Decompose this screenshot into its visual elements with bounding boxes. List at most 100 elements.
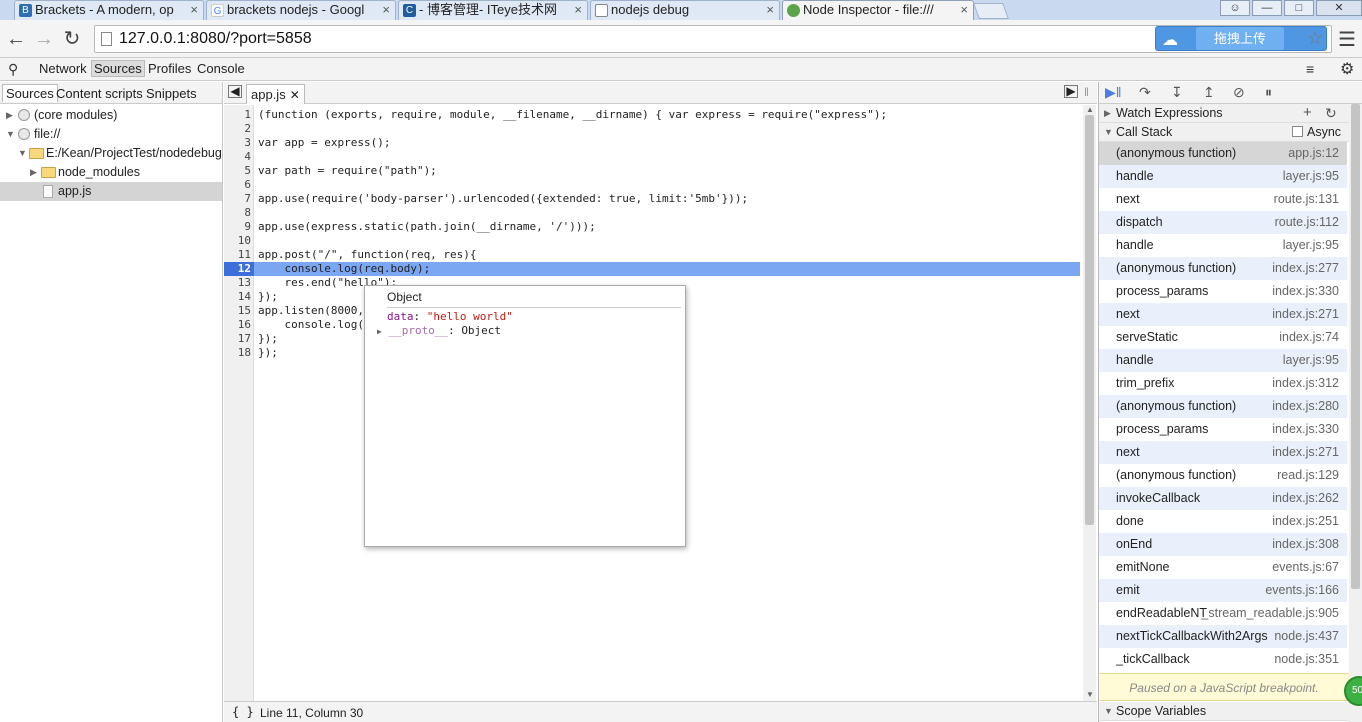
editor-scrollbar[interactable]: ▲ ▼ <box>1083 105 1096 701</box>
tab-content-scripts[interactable]: Content scripts <box>56 86 143 101</box>
call-frame[interactable]: invokeCallback index.js:262 <box>1099 487 1347 510</box>
line-number[interactable]: 10 <box>224 234 251 248</box>
line-number[interactable]: 14 <box>224 290 251 304</box>
bookmark-star-icon[interactable]: ☆ <box>1307 28 1323 49</box>
call-frame-location[interactable]: _stream_readable.js:905 <box>1201 602 1339 625</box>
close-window-button[interactable]: ✕ <box>1316 0 1362 16</box>
minimize-button[interactable]: — <box>1252 0 1282 16</box>
upload-extension-button[interactable]: ☁ 拖拽上传 <box>1155 26 1327 51</box>
code-line[interactable]: var path = require("path"); <box>258 164 437 178</box>
call-frame[interactable]: done index.js:251 <box>1099 510 1347 533</box>
code-line[interactable]: }); <box>258 290 278 304</box>
line-number[interactable]: 18 <box>224 346 251 360</box>
panel-sources[interactable]: Sources <box>91 60 145 77</box>
line-number[interactable]: 12 <box>224 262 251 276</box>
scrollbar-thumb[interactable] <box>1085 115 1094 525</box>
code-line[interactable]: app.use(require('body-parser').urlencode… <box>258 192 748 206</box>
call-frame[interactable]: _tickCallback node.js:351 <box>1099 648 1347 671</box>
call-frame-location[interactable]: index.js:74 <box>1279 326 1339 349</box>
collapse-triangle-icon[interactable]: ▼ <box>18 144 27 163</box>
user-icon[interactable]: ☺ <box>1220 0 1250 16</box>
call-frame-location[interactable]: layer.js:95 <box>1283 349 1339 372</box>
call-frame-location[interactable]: layer.js:95 <box>1283 165 1339 188</box>
pause-on-exceptions-icon[interactable]: ⏸ <box>1265 84 1272 101</box>
async-checkbox[interactable] <box>1292 126 1303 137</box>
call-frame[interactable]: handle layer.js:95 <box>1099 349 1347 372</box>
close-tab-icon[interactable]: × <box>382 1 390 19</box>
call-frame[interactable]: process_params index.js:330 <box>1099 280 1347 303</box>
line-number[interactable]: 6 <box>224 178 251 192</box>
panel-console[interactable]: Console <box>197 61 245 76</box>
call-frame-location[interactable]: app.js:12 <box>1288 142 1339 165</box>
object-property-proto[interactable]: ▶ __proto__: Object <box>377 324 501 337</box>
new-tab-button[interactable] <box>973 3 1009 19</box>
step-out-icon[interactable]: ↥ <box>1203 84 1215 101</box>
code-line[interactable]: }); <box>258 332 278 346</box>
call-frame[interactable]: (anonymous function) index.js:280 <box>1099 395 1347 418</box>
call-frame[interactable]: endReadableNT _stream_readable.js:905 <box>1099 602 1347 625</box>
reload-icon[interactable]: ↻ <box>60 27 84 51</box>
call-frame[interactable]: dispatch route.js:112 <box>1099 211 1347 234</box>
step-over-icon[interactable]: ↷ <box>1139 84 1151 101</box>
line-number[interactable]: 5 <box>224 164 251 178</box>
call-frame[interactable]: process_params index.js:330 <box>1099 418 1347 441</box>
resume-icon[interactable]: ▶‖ <box>1105 84 1122 101</box>
call-frame-location[interactable]: index.js:330 <box>1272 418 1339 441</box>
call-frame[interactable]: emit events.js:166 <box>1099 579 1347 602</box>
refresh-icon[interactable]: ↻ <box>1325 104 1337 122</box>
call-frame-location[interactable]: index.js:280 <box>1272 395 1339 418</box>
call-frame[interactable]: trim_prefix index.js:312 <box>1099 372 1347 395</box>
scrollbar-thumb[interactable] <box>1351 104 1360 589</box>
code-line[interactable]: }); <box>258 346 278 360</box>
scroll-up-icon[interactable]: ▲ <box>1086 105 1094 114</box>
scope-variables-header[interactable]: ▼ Scope Variables <box>1099 702 1349 721</box>
expand-triangle-icon[interactable]: ▶ <box>377 327 382 336</box>
pretty-print-button[interactable]: { } <box>232 705 254 719</box>
call-frame[interactable]: handle layer.js:95 <box>1099 234 1347 257</box>
add-icon[interactable]: + <box>1303 104 1312 122</box>
call-frame[interactable]: (anonymous function) index.js:277 <box>1099 257 1347 280</box>
tree-item-node-modules[interactable]: ▶ node_modules <box>0 163 222 182</box>
expand-triangle-icon[interactable]: ▶ <box>6 106 13 125</box>
line-number[interactable]: 11 <box>224 248 251 262</box>
code-line[interactable]: console.log( <box>258 318 363 332</box>
call-frame[interactable]: emitNone events.js:67 <box>1099 556 1347 579</box>
call-frame[interactable]: next route.js:131 <box>1099 188 1347 211</box>
tree-item-app-js[interactable]: app.js <box>0 182 222 201</box>
call-frame-location[interactable]: route.js:112 <box>1275 211 1339 234</box>
collapse-triangle-icon[interactable]: ▼ <box>1104 123 1113 141</box>
line-number[interactable]: 4 <box>224 150 251 164</box>
code-line[interactable]: app.use(express.static(path.join(__dirna… <box>258 220 596 234</box>
browser-tab[interactable]: G brackets nodejs - Googl × <box>206 0 396 20</box>
toggle-debugger-icon[interactable]: ▶ <box>1064 85 1078 98</box>
code-line[interactable]: console.log(req.body); <box>258 262 430 276</box>
url-text[interactable]: 127.0.0.1:8080/?port=5858 <box>119 30 312 48</box>
expand-triangle-icon[interactable]: ▶ <box>1104 104 1111 122</box>
call-stack-header[interactable]: ▼ Call Stack Async <box>1099 123 1349 142</box>
line-number[interactable]: 13 <box>224 276 251 290</box>
code-line[interactable]: var app = express(); <box>258 136 390 150</box>
line-number[interactable]: 3 <box>224 136 251 150</box>
call-frame[interactable]: onEnd index.js:308 <box>1099 533 1347 556</box>
line-number[interactable]: 9 <box>224 220 251 234</box>
collapse-triangle-icon[interactable]: ▼ <box>1104 702 1113 720</box>
call-frame-location[interactable]: read.js:129 <box>1277 464 1339 487</box>
back-icon[interactable]: ← <box>4 27 28 51</box>
collapse-triangle-icon[interactable]: ▼ <box>6 125 15 144</box>
address-bar[interactable]: 127.0.0.1:8080/?port=5858 ☁ 拖拽上传 ☆ <box>94 25 1332 53</box>
line-number[interactable]: 2 <box>224 122 251 136</box>
call-frame-location[interactable]: index.js:330 <box>1272 280 1339 303</box>
call-frame[interactable]: (anonymous function) read.js:129 <box>1099 464 1347 487</box>
drawer-icon[interactable]: ≡ <box>1306 61 1314 77</box>
call-frame-location[interactable]: index.js:308 <box>1272 533 1339 556</box>
gear-icon[interactable]: ⚙ <box>1340 59 1354 79</box>
deactivate-breakpoints-icon[interactable]: ⊘ <box>1233 84 1245 101</box>
line-number[interactable]: 8 <box>224 206 251 220</box>
call-frame[interactable]: serveStatic index.js:74 <box>1099 326 1347 349</box>
call-frame[interactable]: nextTickCallbackWith2Args node.js:437 <box>1099 625 1347 648</box>
tree-item-core-modules[interactable]: ▶ (core modules) <box>0 106 222 125</box>
close-tab-icon[interactable]: × <box>766 1 774 19</box>
step-into-icon[interactable]: ↧ <box>1171 84 1183 101</box>
call-frame-location[interactable]: route.js:131 <box>1274 188 1339 211</box>
browser-tab-active[interactable]: Node Inspector - file:/// × <box>782 0 974 20</box>
